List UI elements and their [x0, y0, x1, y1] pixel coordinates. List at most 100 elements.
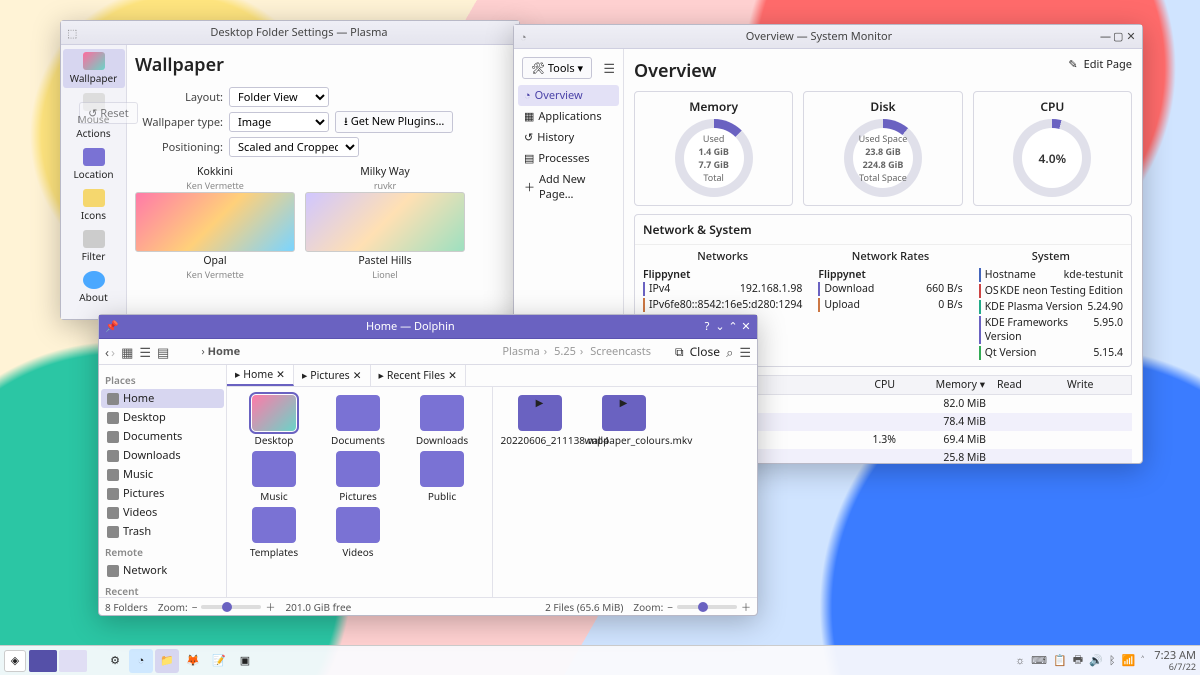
layout-select[interactable]: Folder View [229, 87, 329, 107]
view-compact-icon[interactable]: ☰ [139, 343, 151, 361]
place-home[interactable]: Home [101, 389, 224, 408]
file-video[interactable]: ▶wallpaper_colours.mkv [585, 395, 663, 447]
wallpaper-thumb[interactable]: KokkiniKen VermetteOpalKen Vermette [135, 163, 295, 281]
folder-templates[interactable]: Templates [235, 507, 313, 559]
file-video[interactable]: ▶20220606_211138.mp4 [501, 395, 579, 447]
edit-page-button[interactable]: ✎ Edit Page [1068, 57, 1132, 72]
zoom-left[interactable]: Zoom:−＋ [158, 599, 276, 614]
titlebar[interactable]: ⬚ Desktop Folder Settings — Plasma [61, 21, 519, 45]
view-icons-icon[interactable]: ▦ [121, 343, 133, 361]
col-write[interactable]: Write [1061, 376, 1131, 394]
positioning-label: Positioning: [135, 140, 223, 155]
left-pane[interactable]: Desktop Documents Downloads Music Pictur… [227, 387, 493, 597]
wallpaper-thumb[interactable]: Milky WayruvkrPastel HillsLionel [305, 163, 465, 281]
right-pane[interactable]: ▶20220606_211138.mp4 ▶wallpaper_colours.… [493, 387, 758, 597]
sidebar-filter[interactable]: Filter [63, 227, 125, 266]
folder-desktop[interactable]: Desktop [235, 395, 313, 447]
status-left: 8 Folders [105, 600, 148, 614]
titlebar[interactable]: ◔ Overview — System Monitor — ▢ ✕ [514, 25, 1142, 49]
pager-1[interactable] [29, 650, 57, 672]
tray-brightness-icon[interactable]: ☼ [1015, 653, 1025, 668]
breadcrumb[interactable]: Plasma› 5.25› Screencasts [500, 344, 653, 359]
tab-close-icon[interactable]: ✕ [448, 369, 457, 383]
tab-pictures[interactable]: ▸ Pictures ✕ [294, 365, 371, 386]
reset-button[interactable]: ↺ Reset [79, 102, 138, 124]
tools-button[interactable]: 🛠 Tools ▾ [522, 57, 592, 79]
page-title: Wallpaper [135, 53, 511, 77]
nav-add-page[interactable]: ＋ Add New Page… [518, 169, 619, 205]
memory-dial: Used1.4 GiB7.7 GiBTotal [675, 119, 753, 197]
location-bar[interactable]: › Home [201, 344, 240, 359]
status-bar: 8 Folders Zoom:−＋ 201.0 GiB free 2 Files… [99, 597, 757, 615]
clock[interactable]: 7:23 AM 6/7/22 [1154, 650, 1196, 671]
sidebar-about[interactable]: About [63, 268, 125, 307]
split-close-button[interactable]: ⧉ Close [675, 343, 720, 360]
get-plugins-button[interactable]: ⭳ Get New Plugins… [335, 111, 453, 133]
tray-keyboard-icon[interactable]: ⌨ [1031, 653, 1047, 668]
app-launcher[interactable]: ◈ [4, 650, 26, 672]
status-right: 2 Files (65.6 MiB) [545, 600, 623, 614]
place-network[interactable]: Network [101, 561, 224, 580]
close-icon[interactable]: ✕ [741, 319, 751, 334]
tab-home[interactable]: ▸ Home ✕ [227, 365, 294, 386]
help-icon[interactable]: ? [702, 319, 712, 334]
task-firefox[interactable]: 🦊 [181, 649, 205, 673]
place-pictures[interactable]: Pictures [101, 484, 224, 503]
task-dolphin[interactable]: 📁 [155, 649, 179, 673]
sidebar-wallpaper[interactable]: Wallpaper [63, 49, 125, 88]
folder-pictures[interactable]: Pictures [319, 451, 397, 503]
sidebar-icons[interactable]: Icons [63, 186, 125, 225]
pager-2[interactable] [59, 650, 87, 672]
back-icon[interactable]: ‹ [105, 343, 109, 361]
titlebar[interactable]: 📌 Home — Dolphin ? ⌄ ⌃ ✕ [99, 315, 757, 339]
tray-clipboard-icon[interactable]: 📋 [1053, 653, 1067, 668]
folder-documents[interactable]: Documents [319, 395, 397, 447]
col-cpu[interactable]: CPU [841, 376, 901, 394]
wallpaper-grid: KokkiniKen VermetteOpalKen Vermette Milk… [135, 163, 511, 281]
tray-bluetooth-icon[interactable]: ᛒ [1109, 653, 1116, 668]
sidebar-location[interactable]: Location [63, 145, 125, 184]
task-settings[interactable]: ⚙ [103, 649, 127, 673]
nav-history[interactable]: ↺ History [518, 127, 619, 148]
nav-applications[interactable]: ▦ Applications [518, 106, 619, 127]
tab-close-icon[interactable]: ✕ [353, 369, 362, 383]
type-select[interactable]: Image [229, 112, 329, 132]
folder-videos[interactable]: Videos [319, 507, 397, 559]
folder-music[interactable]: Music [235, 451, 313, 503]
tray-printer-icon[interactable]: 🖶 [1073, 651, 1083, 670]
tab-recent[interactable]: ▸ Recent Files ✕ [371, 365, 466, 386]
hamburger-icon[interactable]: ☰ [603, 59, 615, 77]
maximize-icon[interactable]: ▢ [1113, 29, 1123, 44]
view-details-icon[interactable]: ▤ [157, 343, 169, 361]
place-documents[interactable]: Documents [101, 427, 224, 446]
tray-chevron-icon[interactable]: ˄ [1141, 653, 1144, 668]
minimize-icon[interactable]: — [1100, 29, 1110, 44]
tab-close-icon[interactable]: ✕ [276, 368, 285, 382]
col-memory[interactable]: Memory ▾ [901, 376, 991, 394]
col-read[interactable]: Read [991, 376, 1061, 394]
folder-downloads[interactable]: Downloads [403, 395, 481, 447]
place-music[interactable]: Music [101, 465, 224, 484]
place-downloads[interactable]: Downloads [101, 446, 224, 465]
folder-public[interactable]: Public [403, 451, 481, 503]
tray-volume-icon[interactable]: 🔊 [1089, 653, 1103, 668]
place-trash[interactable]: Trash [101, 522, 224, 541]
window-controls: ? ⌄ ⌃ ✕ [702, 319, 751, 334]
positioning-select[interactable]: Scaled and Cropped [229, 137, 359, 157]
close-icon[interactable]: ✕ [1126, 29, 1136, 44]
task-konsole[interactable]: ▣ [233, 649, 257, 673]
forward-icon[interactable]: › [111, 343, 115, 361]
hamburger-icon[interactable]: ☰ [739, 343, 751, 361]
place-videos[interactable]: Videos [101, 503, 224, 522]
minimize-icon[interactable]: ⌄ [715, 319, 725, 334]
pin-icon[interactable]: 📌 [105, 319, 119, 334]
search-icon[interactable]: ⌕ [726, 343, 733, 361]
nav-processes[interactable]: ▤ Processes [518, 148, 619, 169]
task-monitor[interactable]: ◔ [129, 649, 153, 673]
tray-network-icon[interactable]: 📶 [1121, 653, 1135, 668]
zoom-right[interactable]: Zoom:−＋ [633, 599, 751, 614]
nav-overview[interactable]: ◔ Overview [518, 85, 619, 106]
place-desktop[interactable]: Desktop [101, 408, 224, 427]
task-kate[interactable]: 📝 [207, 649, 231, 673]
maximize-icon[interactable]: ⌃ [728, 319, 738, 334]
